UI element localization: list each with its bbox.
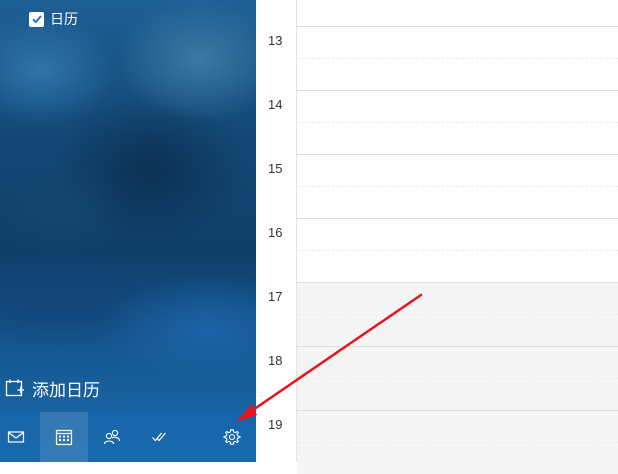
add-calendar-icon xyxy=(5,379,24,397)
day-grid xyxy=(297,0,618,474)
settings-button[interactable] xyxy=(208,412,256,462)
mail-button[interactable] xyxy=(0,412,40,462)
calendar-checkbox[interactable] xyxy=(29,11,44,27)
hour-label: 14 xyxy=(268,97,283,112)
hour-label: 16 xyxy=(268,225,283,240)
app-switcher-bar xyxy=(0,412,256,462)
mail-icon xyxy=(7,431,25,443)
navigation-pane: 日历 添加日历 xyxy=(0,0,256,462)
hour-label: 18 xyxy=(268,353,283,368)
hour-slot[interactable] xyxy=(297,26,618,90)
hour-slot[interactable] xyxy=(297,282,618,346)
hour-slot[interactable] xyxy=(297,410,618,474)
hour-slot[interactable] xyxy=(297,154,618,218)
tasks-button[interactable] xyxy=(136,412,184,462)
time-labels-column: 13 14 15 16 17 18 19 xyxy=(256,0,297,462)
people-icon xyxy=(103,429,121,445)
add-calendar-button[interactable]: 添加日历 xyxy=(5,376,100,401)
checkmark-icon xyxy=(31,15,42,24)
hour-slot[interactable] xyxy=(297,218,618,282)
double-check-icon xyxy=(152,432,166,442)
hour-label: 19 xyxy=(268,417,283,432)
hour-label: 17 xyxy=(268,289,283,304)
hour-label: 15 xyxy=(268,161,283,176)
gear-icon xyxy=(223,429,241,445)
hour-slot[interactable] xyxy=(297,346,618,410)
people-button[interactable] xyxy=(88,412,136,462)
calendar-button[interactable] xyxy=(40,412,88,462)
calendar-icon xyxy=(55,429,73,446)
hour-slot[interactable] xyxy=(297,90,618,154)
hour-label: 13 xyxy=(268,33,283,48)
add-calendar-label: 添加日历 xyxy=(32,380,100,401)
calendar-checkbox-label: 日历 xyxy=(50,12,78,28)
calendar-checkbox-row[interactable]: 日历 xyxy=(29,10,78,28)
hour-slot[interactable] xyxy=(297,0,618,26)
